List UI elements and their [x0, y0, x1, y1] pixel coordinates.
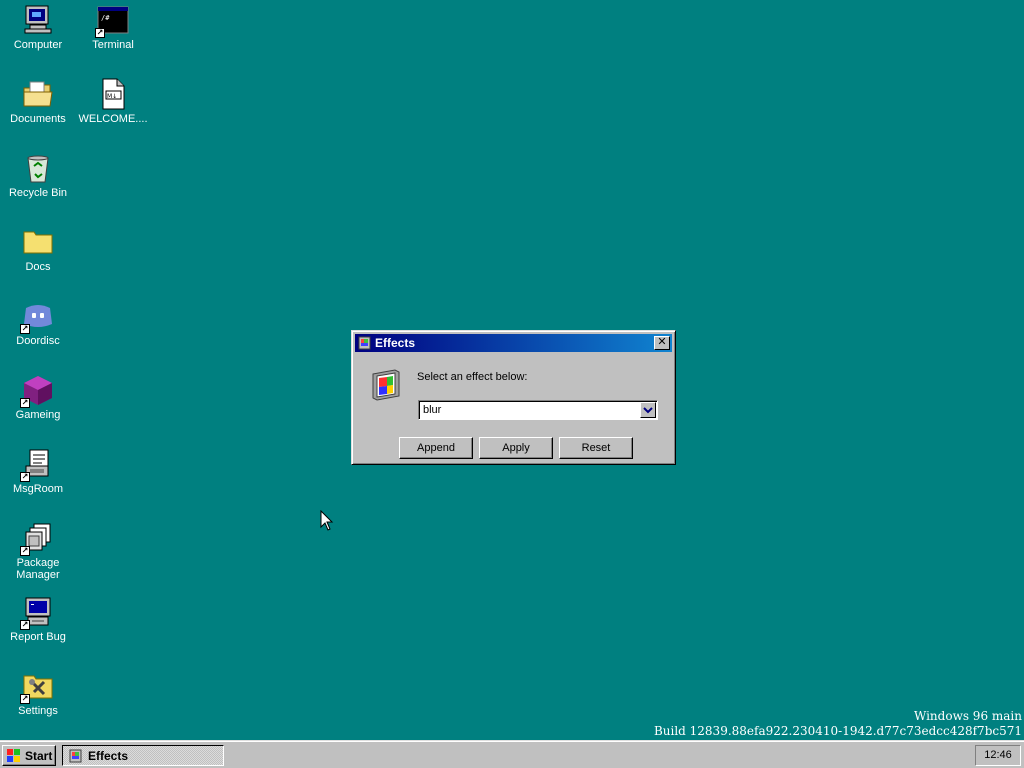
desktop-icon-label: Docs [25, 261, 51, 273]
desktop-icon-package-manager[interactable]: ↗ Package Manager [0, 522, 76, 581]
svg-text:M↓: M↓ [107, 93, 117, 100]
package-manager-icon: ↗ [20, 522, 54, 556]
terminal-icon: /# ↗ [95, 4, 129, 38]
shortcut-arrow-icon: ↗ [20, 398, 30, 408]
desktop-icon-gameing[interactable]: ↗ Gameing [0, 374, 76, 421]
taskbar-item-effects[interactable]: Effects [62, 745, 224, 766]
apply-button[interactable]: Apply [479, 437, 553, 459]
chevron-down-icon [643, 407, 653, 414]
start-button[interactable]: Start [2, 745, 56, 766]
shortcut-arrow-icon: ↗ [20, 324, 30, 334]
window-titlebar[interactable]: Effects ✕ [355, 334, 672, 352]
shortcut-arrow-icon: ↗ [95, 28, 105, 38]
desktop-icon-label: Doordisc [16, 335, 60, 347]
close-icon: ✕ [657, 336, 667, 348]
doordisc-icon: ↗ [20, 300, 54, 334]
effects-app-icon [68, 748, 84, 764]
game-cube-icon: ↗ [20, 374, 54, 408]
desktop-icon-doordisc[interactable]: ↗ Doordisc [0, 300, 76, 347]
desktop-icon-label: Computer [13, 39, 63, 51]
desktop-icon-settings[interactable]: ↗ Settings [0, 670, 76, 717]
recycle-bin-icon [22, 152, 54, 184]
desktop-icon-terminal[interactable]: /# ↗ Terminal [75, 4, 151, 51]
windows-logo-icon [7, 749, 21, 762]
effects-app-icon [357, 335, 373, 351]
close-button[interactable]: ✕ [654, 336, 670, 350]
taskbar-item-label: Effects [88, 749, 129, 763]
desktop-icon-welcome[interactable]: M↓ WELCOME.... [75, 78, 151, 125]
shortcut-arrow-icon: ↗ [20, 546, 30, 556]
report-bug-icon: ↗ [20, 596, 54, 630]
reset-button[interactable]: Reset [559, 437, 633, 459]
effect-select-value: blur [423, 404, 442, 416]
svg-text:/#: /# [101, 14, 110, 22]
desktop-icon-label: Terminal [92, 39, 134, 51]
shortcut-arrow-icon: ↗ [20, 694, 30, 704]
effect-select[interactable]: blur [418, 400, 658, 420]
append-button[interactable]: Append [399, 437, 473, 459]
effects-window[interactable]: Effects ✕ Select an effect below: blur A… [351, 330, 676, 465]
desktop-icon-msgroom[interactable]: ↗ MsgRoom [0, 448, 76, 495]
msgroom-icon: ↗ [20, 448, 54, 482]
desktop-icon-docs[interactable]: Docs [0, 226, 76, 273]
build-info-os: Windows 96 main [913, 709, 1022, 723]
desktop-icon-label: Documents [10, 113, 66, 125]
system-clock[interactable]: 12:46 [975, 745, 1021, 766]
start-label: Start [25, 749, 53, 763]
shortcut-arrow-icon: ↗ [20, 620, 30, 630]
desktop-icon-label: Gameing [15, 409, 61, 421]
mouse-cursor-icon [320, 510, 334, 531]
effect-prompt-label: Select an effect below: [417, 371, 528, 383]
desktop-icon-recycle-bin[interactable]: Recycle Bin [0, 152, 76, 199]
markdown-file-icon: M↓ [97, 78, 129, 110]
desktop-icon-label: Settings [18, 705, 58, 717]
settings-icon: ↗ [20, 670, 54, 704]
desktop-icon-label: Recycle Bin [8, 187, 68, 199]
folder-icon [22, 226, 54, 258]
build-info: Windows 96 main Build 12839.88efa922.230… [654, 709, 1022, 739]
documents-folder-icon [22, 78, 54, 110]
desktop-icon-label: Report Bug [10, 631, 66, 643]
dropdown-arrow-button[interactable] [640, 402, 656, 418]
taskbar: Start Effects 12:46 [0, 740, 1024, 768]
desktop-icon-label: MsgRoom [12, 483, 64, 495]
desktop-icon-documents[interactable]: Documents [0, 78, 76, 125]
desktop-icon-label: Package Manager [16, 557, 60, 581]
window-title: Effects [375, 336, 416, 350]
effects-monitor-icon [369, 368, 403, 402]
desktop-icon-computer[interactable]: Computer [0, 4, 76, 51]
build-info-build: Build 12839.88efa922.230410-1942.d77c73e… [653, 724, 1022, 738]
shortcut-arrow-icon: ↗ [20, 472, 30, 482]
computer-icon [22, 4, 54, 36]
desktop-icon-report-bug[interactable]: ↗ Report Bug [0, 596, 76, 643]
desktop-icon-label: WELCOME.... [78, 113, 148, 125]
